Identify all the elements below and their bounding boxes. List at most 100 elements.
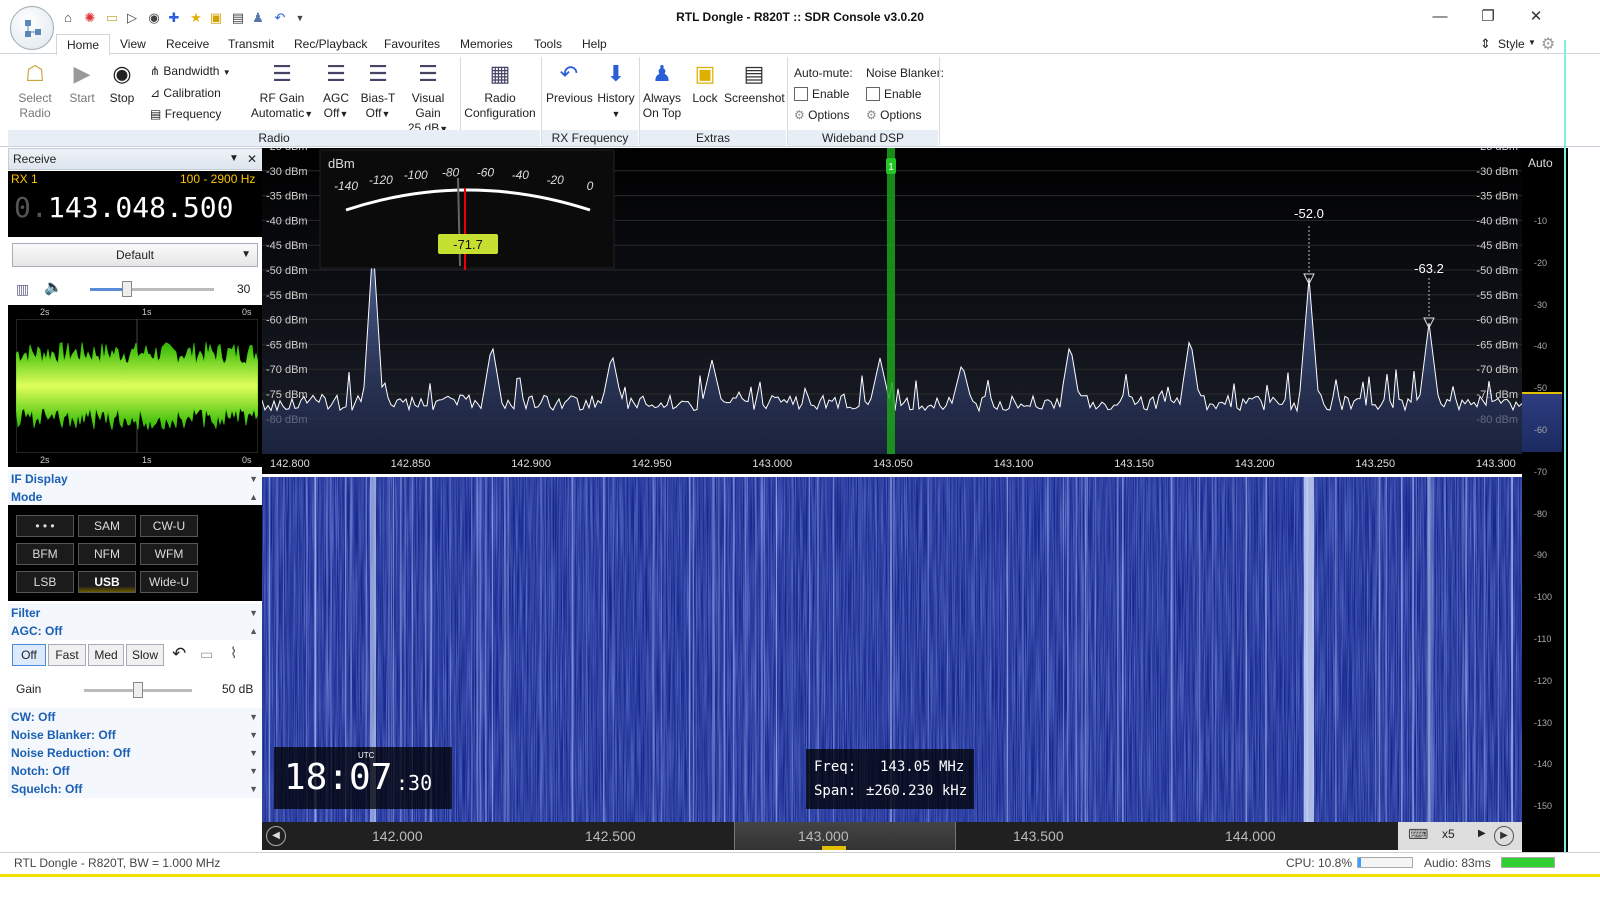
camera-icon[interactable]: ▤ — [230, 10, 246, 26]
minimize-button[interactable]: — — [1420, 6, 1460, 28]
section-if-display[interactable]: IF Display ▼ — [8, 470, 264, 488]
rx-frequency-display[interactable]: RX 1 100 - 2900 Hz 0. 143.048.500 — [8, 171, 264, 237]
bars-icon[interactable]: ▥ — [16, 281, 29, 298]
mode-wide-u-button[interactable]: Wide-U — [140, 571, 198, 593]
undo-icon[interactable]: ↶ — [172, 644, 186, 664]
tab-transmit[interactable]: Transmit — [226, 34, 276, 54]
gain-slider[interactable] — [84, 682, 192, 698]
mode-bfm-button[interactable]: BFM — [16, 543, 74, 565]
zoom-level[interactable]: x5 — [1442, 827, 1455, 841]
noise-blanker-enable-checkbox[interactable]: Enable — [866, 84, 944, 105]
previous-button[interactable]: ↶ Previous — [546, 59, 593, 106]
restore-button[interactable]: ❐ — [1468, 6, 1508, 28]
spectrum-tick-label: 143.300 — [1476, 458, 1516, 470]
lock-icon[interactable]: ▣ — [208, 10, 224, 26]
preset-dropdown[interactable]: Default ▼ — [12, 243, 258, 267]
waterfall-display[interactable]: UTC 18:07 :30 Freq: 143.05 MHz Span: ±26… — [262, 477, 1522, 822]
lock-button[interactable]: ▣ Lock — [688, 59, 722, 106]
undo-icon[interactable]: ↶ — [272, 10, 288, 26]
mode-cw-u-button[interactable]: CW-U — [140, 515, 198, 537]
frequency-button[interactable]: ▤ Frequency — [150, 104, 231, 125]
always-on-top-button[interactable]: ♟ Always On Top — [642, 59, 682, 121]
bias-t-button[interactable]: ☰ Bias-T Off▼ — [358, 59, 398, 122]
tab-receive[interactable]: Receive — [164, 34, 211, 54]
mode-nfm-button[interactable]: NFM — [78, 543, 136, 565]
section-noise-blanker[interactable]: Noise Blanker: Off ▼ — [8, 726, 264, 744]
speaker-icon[interactable]: 🔈 — [44, 278, 63, 296]
previous-icon: ↶ — [559, 61, 579, 86]
rx-frequency-value[interactable]: 143.048.500 — [48, 191, 233, 224]
mode-sam-button[interactable]: SAM — [78, 515, 136, 537]
style-dropdown-icon[interactable]: ▼ — [1528, 38, 1536, 47]
section-filter[interactable]: Filter ▼ — [8, 604, 264, 622]
agc-med-button[interactable]: Med — [88, 644, 124, 666]
tab-help[interactable]: Help — [580, 34, 609, 54]
waterfall-frequency-axis[interactable]: ◀ 142.000 142.500 143.000 143.500 144.00… — [262, 822, 1522, 850]
home-icon[interactable]: ⌂ — [60, 10, 76, 26]
section-squelch[interactable]: Squelch: Off ▼ — [8, 780, 264, 798]
add-icon[interactable]: ✚ — [166, 10, 182, 26]
auto-mute-options-button[interactable]: ⚙ Options — [794, 105, 853, 126]
stop-icon[interactable]: ◉ — [146, 10, 162, 26]
style-menu[interactable]: Style — [1496, 34, 1527, 54]
rf-gain-button[interactable]: ☰ RF Gain Automatic▼ — [250, 59, 314, 122]
scroll-left-button[interactable]: ◀ — [266, 826, 286, 846]
radio-configuration-button[interactable]: ▦ Radio Configuration — [464, 59, 536, 121]
graph-icon[interactable]: ⌇ — [230, 644, 237, 662]
screenshot-button[interactable]: ▤ Screenshot — [724, 59, 785, 106]
scroll-right-button[interactable]: ▶ — [1494, 826, 1514, 846]
section-cw[interactable]: CW: Off ▼ — [8, 708, 264, 726]
section-noise-reduction[interactable]: Noise Reduction: Off ▼ — [8, 744, 264, 762]
panel-dropdown-icon[interactable]: ▼ — [229, 149, 239, 169]
person-icon[interactable]: ♟ — [250, 10, 266, 26]
agc-button[interactable]: ☰ AGC Off▼ — [320, 59, 352, 122]
folder-icon[interactable]: ▭ — [200, 646, 213, 663]
star-icon[interactable]: ★ — [188, 10, 204, 26]
vfo-label: 1 — [888, 162, 894, 173]
auto-mute-enable-checkbox[interactable]: Enable — [794, 84, 853, 105]
settings-icon[interactable]: ✺ — [82, 10, 98, 26]
section-mode[interactable]: Mode ▲ — [8, 488, 264, 506]
section-agc[interactable]: AGC: Off ▲ — [8, 622, 264, 640]
noise-blanker-options-button[interactable]: ⚙ Options — [866, 105, 944, 126]
tab-memories[interactable]: Memories — [458, 34, 515, 54]
tab-favourites[interactable]: Favourites — [382, 34, 442, 54]
calibration-button[interactable]: ⊿ Calibration — [150, 83, 231, 104]
panel-close-icon[interactable]: ✕ — [247, 149, 257, 169]
spectrum-plot[interactable]: -25 dBm -25 dBm -30 dBm -30 dBm -35 dBm -35 d… — [262, 148, 1522, 454]
play-icon[interactable]: ▷ — [124, 10, 140, 26]
agc-off-button[interactable]: Off — [12, 644, 46, 666]
select-radio-button[interactable]: ☖ Select Radio — [16, 59, 54, 121]
mode-more-button[interactable]: • • • — [16, 515, 74, 537]
tab-home[interactable]: Home — [56, 34, 111, 55]
section-notch[interactable]: Notch: Off ▼ — [8, 762, 264, 780]
close-button[interactable]: ✕ — [1516, 6, 1556, 28]
keyboard-icon[interactable]: ⌨ — [1408, 826, 1428, 843]
quick-access-dropdown-icon[interactable]: ▼ — [292, 10, 308, 26]
volume-slider-thumb[interactable] — [122, 281, 133, 297]
radio-configuration-icon: ▦ — [489, 61, 511, 86]
volume-slider[interactable] — [90, 281, 214, 297]
folder-icon[interactable]: ▭ — [104, 10, 120, 26]
agc-slow-button[interactable]: Slow — [126, 644, 164, 666]
vfo-marker[interactable] — [887, 148, 895, 454]
tab-rec-playback[interactable]: Rec/Playback — [292, 34, 369, 54]
application-menu-button[interactable] — [10, 6, 54, 50]
mode-lsb-button[interactable]: LSB — [16, 571, 74, 593]
visual-gain-button[interactable]: ☰ Visual Gain 25 dB▼ — [398, 59, 458, 137]
tab-tools[interactable]: Tools — [532, 34, 564, 54]
stop-button[interactable]: ◉ Stop — [104, 59, 140, 106]
gain-slider-thumb[interactable] — [133, 682, 143, 698]
gear-icon[interactable]: ⚙ — [1541, 34, 1555, 54]
zoom-next-icon[interactable]: ▶ — [1478, 828, 1486, 839]
start-button[interactable]: ▶ Start — [64, 59, 100, 106]
auto-scale-button[interactable]: Auto — [1528, 156, 1553, 170]
agc-fast-button[interactable]: Fast — [48, 644, 86, 666]
mode-usb-button[interactable]: USB — [78, 571, 136, 593]
spectrum-display[interactable]: -25 dBm -25 dBm -30 dBm -30 dBm -35 dBm -35 d… — [262, 148, 1522, 454]
tab-view[interactable]: View — [118, 34, 148, 54]
bandwidth-button[interactable]: ⋔ Bandwidth ▼ — [150, 61, 231, 83]
history-button[interactable]: ⬇ History ▼ — [594, 59, 638, 122]
right-level-scale[interactable]: Auto -10 -20 -30 -40 -50 -60 -70 -80 -90 -100 -110… — [1522, 148, 1568, 853]
mode-wfm-button[interactable]: WFM — [140, 543, 198, 565]
